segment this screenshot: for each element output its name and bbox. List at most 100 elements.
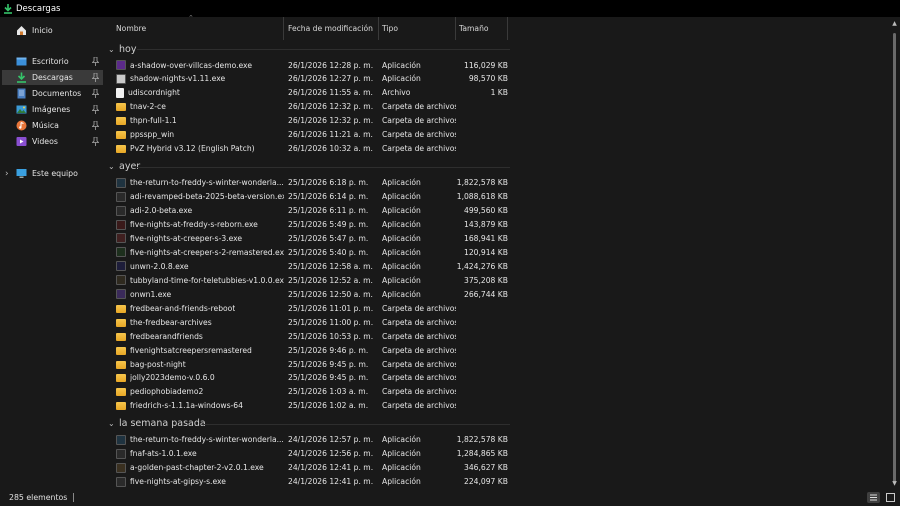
column-header-type[interactable]: Tipo <box>379 17 456 40</box>
vertical-scrollbar[interactable]: ▲ ▼ <box>892 20 897 487</box>
file-date: 25/1/2026 5:40 p. m. <box>288 247 369 257</box>
details-view-icon[interactable] <box>867 492 880 503</box>
file-row[interactable]: five-nights-at-creeper-s-3.exe 25/1/2026 … <box>107 231 508 245</box>
file-name-cell[interactable]: pediophobiademo2 <box>107 387 284 397</box>
sidebar-item-label: Música <box>32 121 59 130</box>
file-name: fredbearandfriends <box>130 331 203 341</box>
folder-icon <box>116 318 126 327</box>
file-name-cell[interactable]: five-nights-at-creeper-s-2-remastered.ex… <box>107 247 284 258</box>
pin-icon[interactable] <box>92 105 99 114</box>
file-name-cell[interactable]: the-fredbear-archives <box>107 318 284 327</box>
file-type: Carpeta de archivos <box>382 130 456 140</box>
pin-icon[interactable] <box>92 137 99 146</box>
sidebar-item-imagenes[interactable]: Imágenes <box>2 102 103 117</box>
file-name-cell[interactable]: five-nights-at-freddy-s-reborn.exe <box>107 219 284 230</box>
group-header[interactable]: ⌄ hoy <box>107 41 510 57</box>
pin-icon[interactable] <box>92 89 99 98</box>
file-size: 1,424,276 KB <box>456 261 508 271</box>
file-name-cell[interactable]: onwn1.exe <box>107 289 284 300</box>
application-icon <box>116 60 126 70</box>
file-row[interactable]: five-nights-at-gipsy-s.exe 24/1/2026 12:4… <box>107 475 508 489</box>
file-name-cell[interactable]: thpn-full-1.1 <box>107 116 284 126</box>
file-row[interactable]: shadow-nights-v1.11.exe 26/1/2026 12:27 p… <box>107 72 508 86</box>
file-name-cell[interactable]: fredbearandfriends <box>107 332 284 341</box>
file-row[interactable]: the-return-to-freddy-s-winter-wonderla..… <box>107 433 508 447</box>
group-divider <box>202 423 510 425</box>
pictures-icon <box>16 105 27 114</box>
sidebar-item-este-equipo[interactable]: › Este equipo <box>2 166 103 181</box>
file-name-cell[interactable]: fredbear-and-friends-reboot <box>107 304 284 313</box>
file-name-cell[interactable]: friedrich-s-1.1.1a-windows-64 <box>107 401 284 411</box>
file-name-cell[interactable]: five-nights-at-creeper-s-3.exe <box>107 233 284 244</box>
file-row[interactable]: fivenightsatcreepersremastered 25/1/2026 … <box>107 343 508 357</box>
file-row[interactable]: tubbyland-time-for-teletubbies-v1.0.0.ex… <box>107 273 508 287</box>
file-row[interactable]: fnaf-ats-1.0.1.exe 24/1/2026 12:56 p. m. A… <box>107 447 508 461</box>
sidebar-item-inicio[interactable]: Inicio <box>2 23 103 38</box>
file-name-cell[interactable]: fivenightsatcreepersremastered <box>107 346 284 355</box>
file-name-cell[interactable]: a-shadow-over-villcas-demo.exe <box>107 60 284 70</box>
column-header-size[interactable]: Tamaño <box>456 17 508 40</box>
file-name-cell[interactable]: tnav-2-ce <box>107 102 284 112</box>
file-name-cell[interactable]: bag-post-night <box>107 360 284 369</box>
file-name-cell[interactable]: adi-revamped-beta-2025-beta-version.exe <box>107 191 284 202</box>
file-row[interactable]: thpn-full-1.1 26/1/2026 12:32 p. m. Carpet… <box>107 114 508 128</box>
pin-icon[interactable] <box>92 57 99 66</box>
file-row[interactable]: friedrich-s-1.1.1a-windows-64 25/1/2026 1… <box>107 399 508 413</box>
file-row[interactable]: a-golden-past-chapter-2-v2.0.1.exe 24/1/2… <box>107 461 508 475</box>
file-row[interactable]: tnav-2-ce 26/1/2026 12:32 p. m. Carpeta de… <box>107 100 508 114</box>
file-row[interactable]: fredbearandfriends 25/1/2026 10:53 p. m. C… <box>107 329 508 343</box>
file-row[interactable]: onwn1.exe 25/1/2026 12:50 a. m. Aplicación… <box>107 287 508 301</box>
file-row[interactable]: jolly2023demo-v.0.6.0 25/1/2026 9:45 p. m… <box>107 371 508 385</box>
sidebar-item-label: Inicio <box>32 26 53 35</box>
scroll-down-arrow-icon[interactable]: ▼ <box>892 480 897 487</box>
file-name-cell[interactable]: udiscordnight <box>107 87 284 98</box>
file-row[interactable]: five-nights-at-creeper-s-2-remastered.ex… <box>107 245 508 259</box>
file-row[interactable]: udiscordnight 26/1/2026 11:55 a. m. Archiv… <box>107 86 508 100</box>
file-row[interactable]: fredbear-and-friends-reboot 25/1/2026 11:… <box>107 301 508 315</box>
file-row[interactable]: a-shadow-over-villcas-demo.exe 26/1/2026 … <box>107 58 508 72</box>
file-name-cell[interactable]: PvZ Hybrid v3.12 (English Patch) <box>107 144 284 154</box>
file-name-cell[interactable]: adi-2.0-beta.exe <box>107 205 284 216</box>
file-row[interactable]: five-nights-at-freddy-s-reborn.exe 25/1/2… <box>107 218 508 232</box>
sidebar-item-videos[interactable]: Videos <box>2 134 103 149</box>
scrollbar-thumb[interactable] <box>893 33 896 483</box>
application-icon <box>116 205 126 216</box>
file-name-cell[interactable]: ppsspp_win <box>107 130 284 140</box>
scroll-up-arrow-icon[interactable]: ▲ <box>892 20 897 27</box>
file-name-cell[interactable]: five-nights-at-gipsy-s.exe <box>107 476 284 487</box>
file-row[interactable]: the-return-to-freddy-s-winter-wonderla..… <box>107 176 508 190</box>
chevron-down-icon[interactable]: ⌄ <box>108 162 119 171</box>
sidebar-item-musica[interactable]: Música <box>2 118 103 133</box>
file-date: 25/1/2026 10:53 p. m. <box>288 331 374 341</box>
file-name-cell[interactable]: shadow-nights-v1.11.exe <box>107 73 284 84</box>
chevron-down-icon[interactable]: ⌄ <box>108 419 119 428</box>
sidebar-item-descargas[interactable]: Descargas <box>2 70 103 85</box>
file-row[interactable]: ppsspp_win 26/1/2026 11:21 a. m. Carpeta d… <box>107 128 508 142</box>
file-row[interactable]: bag-post-night 25/1/2026 9:45 p. m. Carpet… <box>107 357 508 371</box>
sidebar-item-escritorio[interactable]: Escritorio <box>2 54 103 69</box>
file-name-cell[interactable]: tubbyland-time-for-teletubbies-v1.0.0.ex… <box>107 275 284 286</box>
file-row[interactable]: adi-2.0-beta.exe 25/1/2026 6:11 p. m. Apli… <box>107 204 508 218</box>
file-size: 1,284,865 KB <box>456 449 508 459</box>
file-name-cell[interactable]: the-return-to-freddy-s-winter-wonderla..… <box>107 177 284 188</box>
file-name-cell[interactable]: unwn-2.0.8.exe <box>107 261 284 272</box>
chevron-right-icon[interactable]: › <box>5 169 13 179</box>
file-row[interactable]: adi-revamped-beta-2025-beta-version.exe 2… <box>107 190 508 204</box>
column-header-name[interactable]: ⌃ Nombre <box>107 14 284 40</box>
file-row[interactable]: unwn-2.0.8.exe 25/1/2026 12:58 a. m. Aplic… <box>107 259 508 273</box>
file-name-cell[interactable]: a-golden-past-chapter-2-v2.0.1.exe <box>107 462 284 473</box>
file-name-cell[interactable]: jolly2023demo-v.0.6.0 <box>107 373 284 383</box>
pin-icon[interactable] <box>92 73 99 82</box>
pin-icon[interactable] <box>92 121 99 130</box>
sidebar-item-documentos[interactable]: Documentos <box>2 86 103 101</box>
large-icons-view-icon[interactable] <box>884 492 897 503</box>
column-header-date[interactable]: Fecha de modificación <box>284 17 379 40</box>
file-row[interactable]: pediophobiademo2 25/1/2026 1:03 a. m. Carp… <box>107 385 508 399</box>
file-row[interactable]: the-fredbear-archives 25/1/2026 11:00 p. … <box>107 315 508 329</box>
file-name-cell[interactable]: fnaf-ats-1.0.1.exe <box>107 448 284 459</box>
file-row[interactable]: PvZ Hybrid v3.12 (English Patch) 26/1/202… <box>107 142 508 156</box>
chevron-down-icon[interactable]: ⌄ <box>108 45 119 54</box>
group-header[interactable]: ⌄ ayer <box>107 159 510 175</box>
group-header[interactable]: ⌄ la semana pasada <box>107 416 510 432</box>
file-name-cell[interactable]: the-return-to-freddy-s-winter-wonderla..… <box>107 434 284 445</box>
